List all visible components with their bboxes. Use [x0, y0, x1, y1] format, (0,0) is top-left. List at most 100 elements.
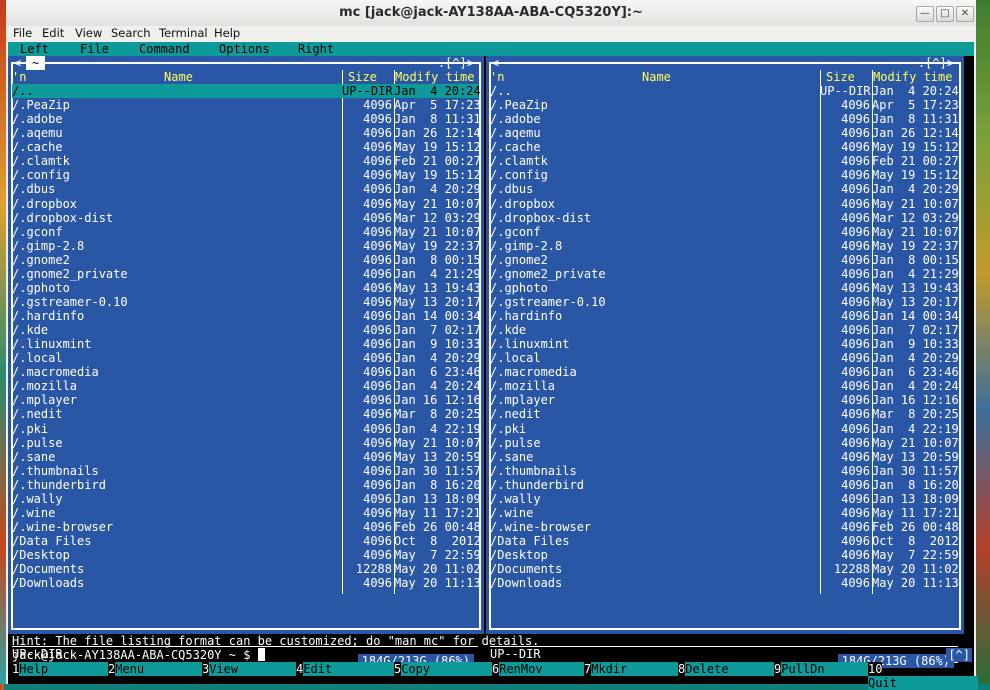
file-row[interactable]: /.linuxmint 4096 Jan 9 10:33 [490, 337, 959, 351]
file-row[interactable]: /.gstreamer-0.10 4096 May 13 20:17 [12, 295, 481, 309]
file-row[interactable]: /.pki 4096 Jan 4 22:19 [490, 422, 959, 436]
file-row[interactable]: /.kde 4096 Jan 7 02:17 [12, 323, 481, 337]
file-row[interactable]: /.wine-browser 4096 Feb 26 00:48 [490, 520, 959, 534]
file-row[interactable]: /Desktop 4096 May 7 22:59 [12, 548, 481, 562]
file-row[interactable]: /.thunderbird 4096 Jan 8 16:20 [490, 478, 959, 492]
file-row[interactable]: /Data Files 4096 Oct 8 2012 [490, 534, 959, 548]
file-row[interactable]: /.sane 4096 May 13 20:59 [490, 450, 959, 464]
file-row[interactable]: /.macromedia 4096 Jan 6 23:46 [490, 365, 959, 379]
file-row[interactable]: /.gphoto 4096 May 13 19:43 [12, 281, 481, 295]
sort-indicator[interactable]: 'n [490, 70, 504, 84]
file-row[interactable]: /.dropbox-dist 4096 Mar 12 03:29 [490, 211, 959, 225]
file-row[interactable]: /Downloads 4096 May 20 11:13 [490, 576, 959, 590]
file-row[interactable]: /.gimp-2.8 4096 May 19 22:37 [12, 239, 481, 253]
file-row[interactable]: /.gnome2_private 4096 Jan 4 21:29 [12, 267, 481, 281]
file-row[interactable]: /.clamtk 4096 Feb 21 00:27 [12, 154, 481, 168]
file-row[interactable]: /Desktop 4096 May 7 22:59 [490, 548, 959, 562]
menu-file[interactable]: File [13, 26, 32, 40]
column-modify-time[interactable]: Modify time [873, 70, 952, 84]
file-row[interactable]: /.wally 4096 Jan 13 18:09 [12, 492, 481, 506]
file-row[interactable]: /.gnome2 4096 Jan 8 00:15 [490, 253, 959, 267]
file-row[interactable]: /.pki 4096 Jan 4 22:19 [12, 422, 481, 436]
file-row[interactable]: /.config 4096 May 19 15:12 [12, 168, 481, 182]
mc-menu-options[interactable]: Options [219, 42, 270, 56]
file-row[interactable]: /.clamtk 4096 Feb 21 00:27 [490, 154, 959, 168]
mc-menu-file[interactable]: File [80, 42, 109, 56]
file-row[interactable]: /.gnome2 4096 Jan 8 00:15 [12, 253, 481, 267]
file-row[interactable]: /.PeaZip 4096 Apr 5 17:23 [12, 98, 481, 112]
file-row[interactable]: /.dropbox 4096 May 21 10:07 [490, 197, 959, 211]
sort-indicator[interactable]: 'n [12, 70, 26, 84]
column-name[interactable]: Name [642, 70, 671, 84]
mc-menu-command[interactable]: Command [139, 42, 190, 56]
fkey-copy[interactable]: 5Copy [394, 662, 498, 676]
file-row[interactable]: /.mplayer 4096 Jan 16 12:16 [12, 393, 481, 407]
fkey-quit[interactable]: 10Quit [868, 662, 978, 690]
file-row[interactable]: /.kde 4096 Jan 7 02:17 [490, 323, 959, 337]
fkey-menu[interactable]: 2Menu [108, 662, 206, 676]
file-row[interactable]: /Documents 12288 May 20 11:02 [12, 562, 481, 576]
fkey-delete[interactable]: 8Delete [678, 662, 780, 676]
file-row[interactable]: /.sane 4096 May 13 20:59 [12, 450, 481, 464]
file-row[interactable]: /.. UP--DIR Jan 4 20:24 [12, 84, 481, 99]
file-row[interactable]: /Downloads 4096 May 20 11:13 [12, 576, 481, 590]
file-row[interactable]: /.pulse 4096 May 21 10:07 [12, 436, 481, 450]
file-row[interactable]: /.adobe 4096 Jan 8 11:31 [12, 112, 481, 126]
file-row[interactable]: /.mplayer 4096 Jan 16 12:16 [490, 393, 959, 407]
file-row[interactable]: /.gconf 4096 May 21 10:07 [490, 225, 959, 239]
file-row[interactable]: /.thumbnails 4096 Jan 30 11:57 [12, 464, 481, 478]
file-row[interactable]: /.gconf 4096 May 21 10:07 [12, 225, 481, 239]
file-row[interactable]: /.local 4096 Jan 4 20:29 [490, 351, 959, 365]
column-name[interactable]: Name [164, 70, 193, 84]
shell-prompt[interactable]: jack@jack-AY138AA-ABA-CQ5320Y ~ $ [12, 648, 265, 662]
file-row[interactable]: /.hardinfo 4096 Jan 14 00:34 [12, 309, 481, 323]
command-history-button[interactable]: [^] [946, 648, 972, 662]
file-row[interactable]: /Data Files 4096 Oct 8 2012 [12, 534, 481, 548]
column-modify-time[interactable]: Modify time [395, 70, 474, 84]
terminal-area[interactable]: Left File Command Options Right <- ~ .[^… [8, 42, 978, 690]
file-row[interactable]: /.aqemu 4096 Jan 26 12:14 [12, 126, 481, 140]
file-row[interactable]: /.nedit 4096 Mar 8 20:25 [12, 407, 481, 421]
mc-menu-right[interactable]: Right [298, 42, 334, 56]
file-row[interactable]: /.gstreamer-0.10 4096 May 13 20:17 [490, 295, 959, 309]
menu-help[interactable]: Help [214, 26, 240, 40]
fkey-edit[interactable]: 4Edit [296, 662, 400, 676]
file-row[interactable]: /.cache 4096 May 19 15:12 [12, 140, 481, 154]
close-icon[interactable]: ✕ [956, 6, 974, 22]
file-row[interactable]: /.linuxmint 4096 Jan 9 10:33 [12, 337, 481, 351]
menu-view[interactable]: View [75, 26, 102, 40]
column-size[interactable]: Size [348, 70, 377, 84]
left-panel-history-right[interactable]: .[^]> [438, 56, 474, 70]
file-row[interactable]: /.wally 4096 Jan 13 18:09 [490, 492, 959, 506]
file-row[interactable]: /.dropbox 4096 May 21 10:07 [12, 197, 481, 211]
file-row[interactable]: /.wine 4096 May 11 17:21 [12, 506, 481, 520]
file-row[interactable]: /.local 4096 Jan 4 20:29 [12, 351, 481, 365]
maximize-icon[interactable]: □ [936, 6, 954, 22]
left-panel[interactable]: <- ~ .[^]> 'n Name Size Modify time /.. U… [8, 56, 484, 668]
menu-edit[interactable]: Edit [42, 26, 64, 40]
file-row[interactable]: /.cache 4096 May 19 15:12 [490, 140, 959, 154]
file-row[interactable]: /.thumbnails 4096 Jan 30 11:57 [490, 464, 959, 478]
file-row[interactable]: /.gphoto 4096 May 13 19:43 [490, 281, 959, 295]
minimize-icon[interactable]: — [916, 6, 934, 22]
file-row[interactable]: /.macromedia 4096 Jan 6 23:46 [12, 365, 481, 379]
file-row[interactable]: /.dropbox-dist 4096 Mar 12 03:29 [12, 211, 481, 225]
column-size[interactable]: Size [826, 70, 855, 84]
fkey-help[interactable]: 1Help [12, 662, 110, 676]
file-row[interactable]: /Documents 12288 May 20 11:02 [490, 562, 959, 576]
file-row[interactable]: /.mozilla 4096 Jan 4 20:24 [12, 379, 481, 393]
mc-menu-left[interactable]: Left [20, 42, 49, 56]
fkey-pulldn[interactable]: 9PullDn [774, 662, 874, 676]
file-row[interactable]: /.dbus 4096 Jan 4 20:29 [490, 182, 959, 196]
file-row[interactable]: /.nedit 4096 Mar 8 20:25 [490, 407, 959, 421]
menu-search[interactable]: Search [111, 26, 151, 40]
menu-terminal[interactable]: Terminal [159, 26, 208, 40]
file-row[interactable]: /.mozilla 4096 Jan 4 20:24 [490, 379, 959, 393]
file-row[interactable]: /.gnome2_private 4096 Jan 4 21:29 [490, 267, 959, 281]
file-row[interactable]: /.wine 4096 May 11 17:21 [490, 506, 959, 520]
file-row[interactable]: /.adobe 4096 Jan 8 11:31 [490, 112, 959, 126]
fkey-mkdir[interactable]: 7Mkdir [584, 662, 684, 676]
file-row[interactable]: /.dbus 4096 Jan 4 20:29 [12, 182, 481, 196]
fkey-view[interactable]: 3View [202, 662, 300, 676]
file-row[interactable]: /.aqemu 4096 Jan 26 12:14 [490, 126, 959, 140]
